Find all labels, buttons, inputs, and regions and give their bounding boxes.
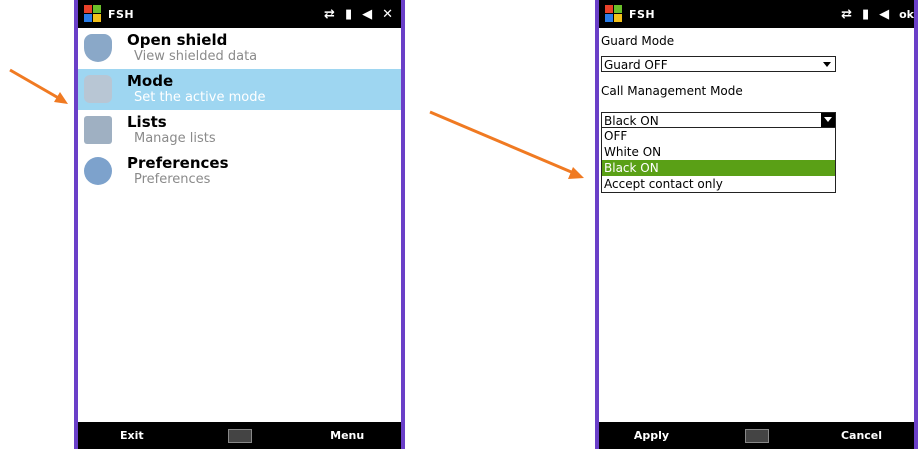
start-icon[interactable] (84, 5, 102, 23)
soft-key-bar: Exit Menu (78, 422, 401, 449)
menu-item-title: Open shield (127, 31, 228, 49)
dropdown-option[interactable]: White ON (602, 144, 835, 160)
annotation-arrow-left (9, 68, 68, 104)
keyboard-icon[interactable] (227, 428, 252, 443)
close-icon[interactable]: ✕ (382, 7, 393, 22)
shield-icon (84, 34, 112, 62)
chevron-down-icon (824, 117, 832, 122)
lists-icon (84, 116, 112, 144)
app-title: FSH (629, 7, 656, 21)
app-title: FSH (108, 7, 135, 21)
preferences-icon (84, 157, 112, 185)
signal-icon: ▮ (344, 6, 353, 22)
status-bar: FSH ⇄ ▮ ◀ ok (599, 0, 914, 28)
menu-item-subtitle: Set the active mode (134, 90, 266, 105)
menu-item-open-shield[interactable]: Open shield View shielded data (78, 28, 401, 69)
signal-icon: ▮ (861, 6, 870, 22)
call-management-select[interactable]: Black ON (601, 112, 836, 128)
keyboard-icon[interactable] (744, 428, 769, 443)
soft-key-bar: Apply Cancel (599, 422, 914, 449)
status-bar: FSH ⇄ ▮ ◀ ✕ (78, 0, 401, 28)
menu-item-subtitle: View shielded data (134, 49, 258, 64)
call-management-label: Call Management Mode (601, 84, 743, 98)
menu-item-title: Lists (127, 113, 167, 131)
phone-screen-mode-settings: FSH ⇄ ▮ ◀ ok Guard Mode Guard OFF Call M… (595, 0, 918, 449)
menu-item-subtitle: Preferences (134, 172, 211, 187)
menu-item-subtitle: Manage lists (134, 131, 216, 146)
apply-softkey[interactable]: Apply (599, 429, 704, 442)
volume-icon: ◀ (879, 6, 890, 22)
menu-item-mode[interactable]: Mode Set the active mode (78, 69, 401, 110)
volume-icon: ◀ (362, 6, 373, 22)
annotation-arrow-right (429, 110, 584, 179)
mode-form: Guard Mode Guard OFF Call Management Mod… (599, 28, 914, 422)
guard-mode-select[interactable]: Guard OFF (601, 56, 836, 72)
dropdown-option[interactable]: Accept contact only (602, 176, 835, 192)
menu-item-preferences[interactable]: Preferences Preferences (78, 151, 401, 192)
menu-item-title: Mode (127, 72, 174, 90)
dropdown-option-selected[interactable]: Black ON (602, 160, 835, 176)
menu-item-lists[interactable]: Lists Manage lists (78, 110, 401, 151)
menu-softkey[interactable]: Menu (293, 429, 401, 442)
exit-softkey[interactable]: Exit (78, 429, 186, 442)
guard-mode-value: Guard OFF (604, 58, 668, 72)
phone-screen-main-menu: FSH ⇄ ▮ ◀ ✕ Open shield View shielded da… (74, 0, 405, 449)
call-management-dropdown: OFF White ON Black ON Accept contact onl… (601, 128, 836, 193)
cancel-softkey[interactable]: Cancel (809, 429, 914, 442)
call-management-value: Black ON (604, 114, 659, 128)
menu-item-title: Preferences (127, 154, 229, 172)
mode-icon (84, 75, 112, 103)
sync-icon: ⇄ (324, 6, 335, 22)
menu-list: Open shield View shielded data Mode Set … (78, 28, 401, 422)
ok-button[interactable]: ok (899, 8, 914, 21)
start-icon[interactable] (605, 5, 623, 23)
guard-mode-label: Guard Mode (601, 34, 675, 48)
sync-icon: ⇄ (841, 6, 852, 22)
dropdown-option[interactable]: OFF (602, 128, 835, 144)
chevron-down-icon (823, 62, 831, 67)
